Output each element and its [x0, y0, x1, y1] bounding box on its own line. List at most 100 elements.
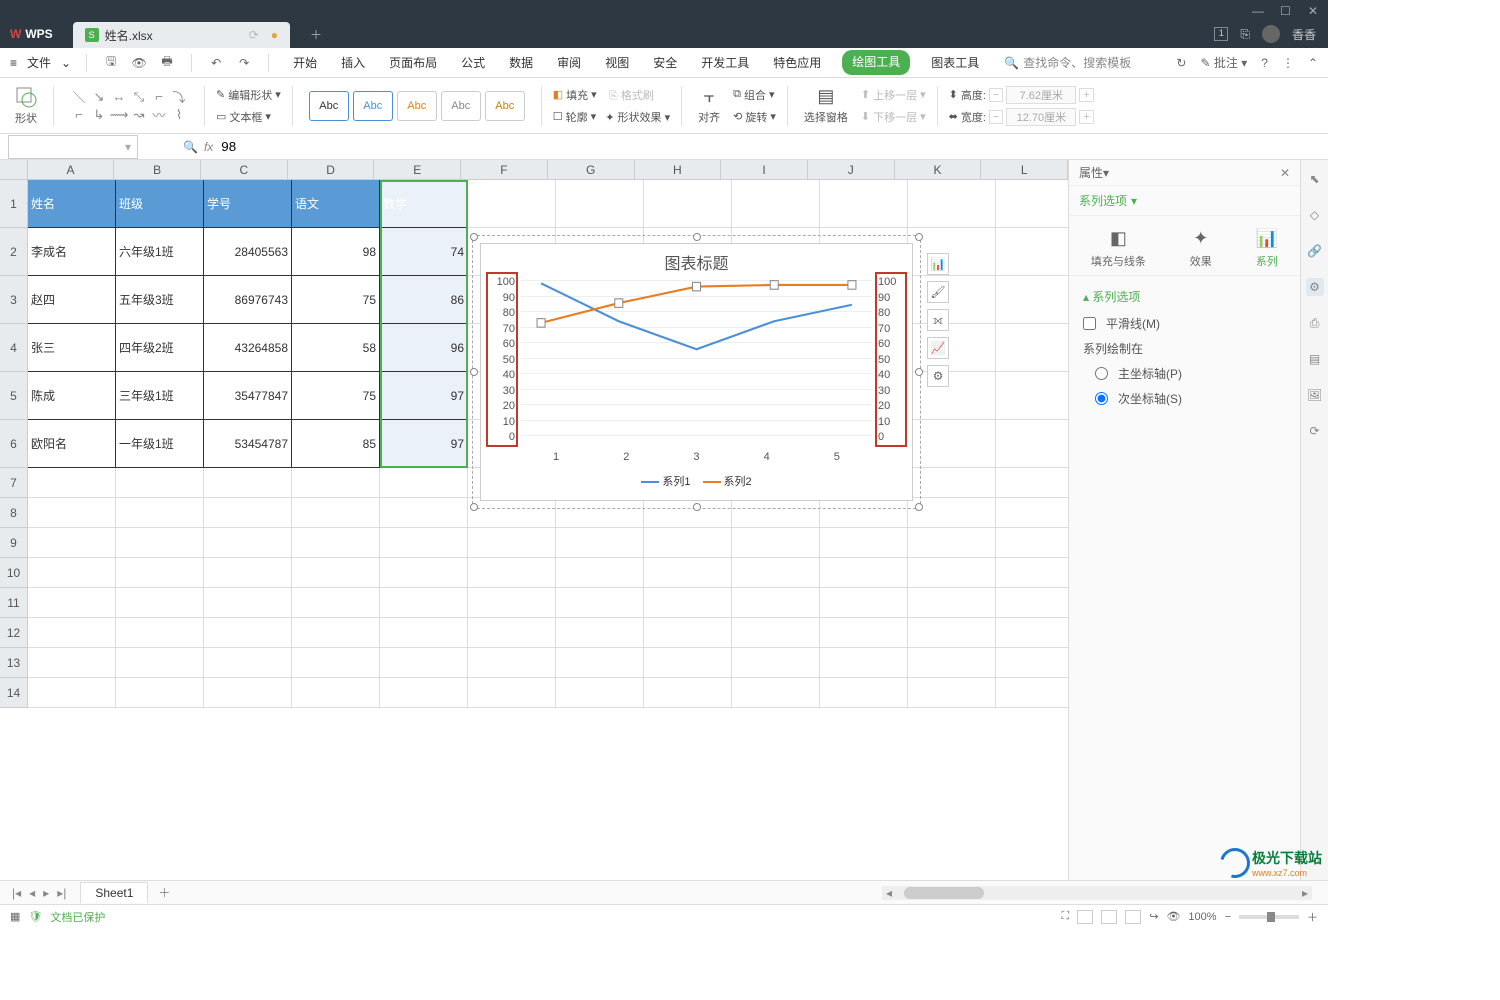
- column-header-C[interactable]: C: [201, 160, 288, 179]
- command-search[interactable]: 🔍 查找命令、搜索模板: [1004, 54, 1131, 71]
- menu-item-3[interactable]: 公式: [458, 50, 488, 75]
- reading-view-button[interactable]: [1125, 910, 1141, 924]
- maximize-icon[interactable]: ☐: [1280, 4, 1292, 16]
- avatar[interactable]: [1262, 25, 1280, 43]
- chart-title[interactable]: 图表标题: [481, 244, 912, 280]
- chart-legend[interactable]: 系列1系列2: [481, 463, 912, 489]
- column-header-I[interactable]: I: [721, 160, 808, 179]
- undo-icon[interactable]: ↶: [207, 54, 225, 72]
- hamburger-icon[interactable]: ≡: [10, 56, 17, 70]
- settings-tool-icon[interactable]: ⚙: [1306, 278, 1324, 296]
- column-header-A[interactable]: A: [28, 160, 115, 179]
- comment-button[interactable]: ✎ 批注 ▾: [1200, 54, 1247, 71]
- embedded-chart[interactable]: 图表标题 1009080706050403020100 100908070605…: [474, 237, 919, 507]
- table-cell[interactable]: 35477847: [204, 372, 292, 420]
- chart-type-button[interactable]: 📈: [927, 337, 949, 359]
- sheet-prev-icon[interactable]: ◂: [25, 886, 39, 900]
- style-presets[interactable]: Abc Abc Abc Abc Abc: [304, 91, 530, 121]
- smooth-line-checkbox[interactable]: 平滑线(M): [1083, 315, 1286, 332]
- props-icon-tab-0[interactable]: ◧填充与线条: [1091, 228, 1146, 269]
- gift-icon[interactable]: ⎘: [1240, 27, 1250, 42]
- table-cell[interactable]: 97: [380, 420, 468, 468]
- menu-item-10[interactable]: 绘图工具: [842, 50, 910, 75]
- table-cell[interactable]: 75: [292, 372, 380, 420]
- row-header[interactable]: 2: [0, 228, 28, 276]
- chart-elements-button[interactable]: 📊: [927, 253, 949, 275]
- menu-item-6[interactable]: 视图: [602, 50, 632, 75]
- chart-filter-button[interactable]: ⟗: [927, 309, 949, 331]
- menu-item-1[interactable]: 插入: [338, 50, 368, 75]
- series-options-tab[interactable]: 系列选项▾: [1069, 186, 1300, 216]
- align-button[interactable]: ⫟对齐: [693, 86, 725, 125]
- table-cell[interactable]: 97: [380, 372, 468, 420]
- menu-item-9[interactable]: 特色应用: [770, 50, 824, 75]
- table-cell[interactable]: 欧阳名: [28, 420, 116, 468]
- zoom-lens-icon[interactable]: 🔍: [183, 140, 198, 154]
- table-cell[interactable]: 一年级1班: [116, 420, 204, 468]
- column-header-F[interactable]: F: [461, 160, 548, 179]
- sheet-tab-sheet1[interactable]: Sheet1: [80, 882, 148, 903]
- table-cell[interactable]: 43264858: [204, 324, 292, 372]
- series-options-section[interactable]: ▴ 系列选项: [1083, 288, 1286, 305]
- table-cell[interactable]: 86976743: [204, 276, 292, 324]
- legend-item[interactable]: 系列1: [641, 473, 690, 489]
- print-icon[interactable]: 🖶: [158, 54, 176, 72]
- table-cell[interactable]: 六年级1班: [116, 228, 204, 276]
- notes-icon[interactable]: ▤: [1306, 350, 1324, 368]
- print-preview-icon[interactable]: 👁: [130, 54, 148, 72]
- table-header[interactable]: 班级: [116, 180, 204, 228]
- row-header[interactable]: 14: [0, 678, 28, 708]
- row-header[interactable]: 6: [0, 420, 28, 468]
- row-header[interactable]: 13: [0, 648, 28, 678]
- normal-view-button[interactable]: [1077, 910, 1093, 924]
- height-input[interactable]: [1006, 86, 1076, 104]
- table-cell[interactable]: 赵四: [28, 276, 116, 324]
- sync-icon[interactable]: ↻: [1176, 56, 1186, 70]
- image-icon[interactable]: 🖼: [1306, 386, 1324, 404]
- grid-mode-icon[interactable]: ▦: [10, 910, 20, 923]
- row-header[interactable]: 9: [0, 528, 28, 558]
- help-icon[interactable]: ?: [1261, 56, 1268, 70]
- table-cell[interactable]: 58: [292, 324, 380, 372]
- table-header[interactable]: 数学: [380, 180, 468, 228]
- group-button[interactable]: ⧉组合 ▾: [733, 86, 776, 104]
- close-panel-icon[interactable]: ✕: [1280, 166, 1290, 180]
- row-header[interactable]: 8: [0, 498, 28, 528]
- table-cell[interactable]: 53454787: [204, 420, 292, 468]
- menu-item-5[interactable]: 审阅: [554, 50, 584, 75]
- column-header-E[interactable]: E: [374, 160, 461, 179]
- width-input[interactable]: [1006, 108, 1076, 126]
- fx-icon[interactable]: fx: [204, 140, 213, 154]
- style-preset-1[interactable]: Abc: [309, 91, 349, 121]
- edit-shape-button[interactable]: ✎编辑形状 ▾: [216, 86, 281, 104]
- column-header-J[interactable]: J: [808, 160, 895, 179]
- link-tool-icon[interactable]: 🔗: [1306, 242, 1324, 260]
- sheet-last-icon[interactable]: ▸|: [53, 886, 70, 900]
- row-header[interactable]: 10: [0, 558, 28, 588]
- minimize-icon[interactable]: —: [1252, 4, 1264, 16]
- text-box-button[interactable]: ▭文本框 ▾: [216, 108, 281, 126]
- table-cell[interactable]: 74: [380, 228, 468, 276]
- more-icon[interactable]: ⋮: [1282, 56, 1294, 70]
- chart-styles-button[interactable]: 🖌: [927, 281, 949, 303]
- chart-settings-button[interactable]: ⚙: [927, 365, 949, 387]
- spreadsheet-grid[interactable]: ABCDEFGHIJKL 1234567891011121314 姓名班级学号语…: [0, 160, 1068, 880]
- row-header[interactable]: 12: [0, 618, 28, 648]
- chart-plot-area[interactable]: 1009080706050403020100 10090807060504030…: [521, 280, 872, 445]
- menu-item-4[interactable]: 数据: [506, 50, 536, 75]
- table-header[interactable]: 学号: [204, 180, 292, 228]
- table-cell[interactable]: 75: [292, 276, 380, 324]
- table-header[interactable]: 姓名: [28, 180, 116, 228]
- fill-button[interactable]: ◧填充 ▾ ⎘ 格式刷: [553, 86, 670, 104]
- table-cell[interactable]: 李成名: [28, 228, 116, 276]
- file-tab[interactable]: S 姓名.xlsx ⟳ ●: [73, 22, 290, 48]
- table-cell[interactable]: 98: [292, 228, 380, 276]
- style-preset-4[interactable]: Abc: [441, 91, 481, 121]
- row-header[interactable]: 11: [0, 588, 28, 618]
- line-shapes-grid[interactable]: ＼↘↔⤡⌐⤵ ⌐↳⟿↝〰⌇: [70, 89, 188, 123]
- style-preset-3[interactable]: Abc: [397, 91, 437, 121]
- horizontal-scrollbar[interactable]: ◂ ▸: [882, 886, 1312, 900]
- zoom-in-button[interactable]: ＋: [1307, 909, 1318, 925]
- save-icon[interactable]: 🖫: [102, 54, 120, 72]
- menu-item-8[interactable]: 开发工具: [698, 50, 752, 75]
